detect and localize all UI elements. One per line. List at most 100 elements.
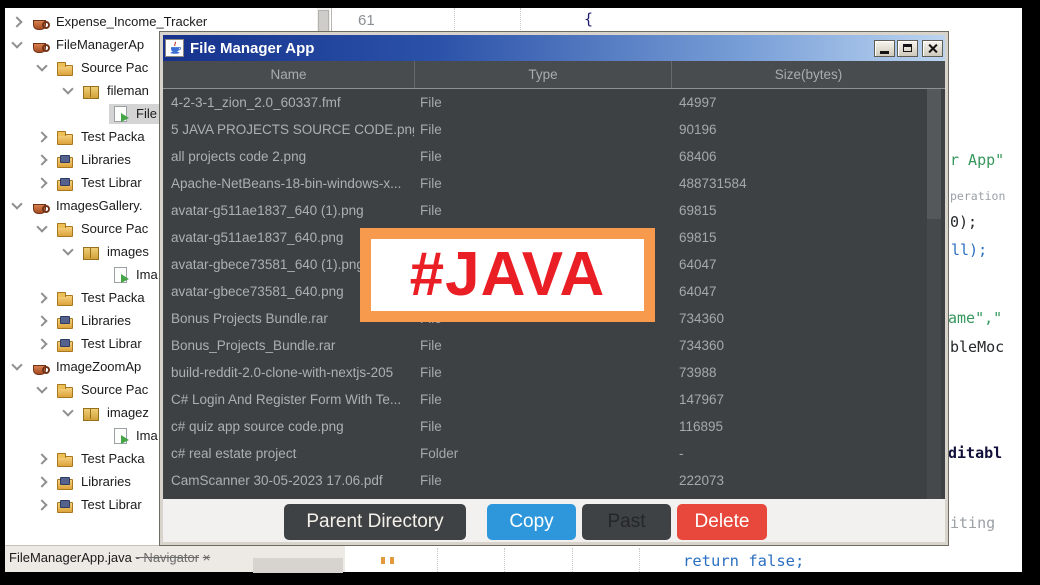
window-titlebar[interactable]: File Manager App — [163, 35, 945, 61]
tree-node[interactable]: ImagesGallery. — [29, 196, 147, 216]
tree-node[interactable]: FileManagerAp — [29, 35, 149, 55]
tab-file-label: FileManagerApp.java — [9, 550, 132, 565]
tree-node[interactable]: Test Librar — [54, 173, 147, 193]
tree-expander-icon[interactable] — [36, 338, 47, 349]
paste-button[interactable]: Past — [582, 504, 671, 540]
editor-line-number: 61 — [358, 12, 375, 29]
tree-expander-icon[interactable] — [62, 244, 73, 255]
code-fragment: ditabl — [948, 444, 1002, 462]
tree-expander-icon[interactable] — [36, 315, 47, 326]
tree-node-icon — [56, 497, 74, 513]
tree-scrollbar-thumb[interactable] — [318, 10, 329, 34]
code-fragment: return false; — [683, 552, 804, 570]
file-name: avatar-g511ae1837_640 (1).png — [163, 203, 414, 218]
tree-node[interactable]: images — [80, 242, 154, 262]
table-scrollbar-thumb[interactable] — [927, 89, 941, 219]
tree-item-label: File — [136, 106, 157, 121]
file-size: 69815 — [671, 203, 945, 218]
tree-node[interactable]: Source Pac — [54, 219, 153, 239]
table-row[interactable]: avatar-g511ae1837_640 (1).png File 69815 — [163, 197, 945, 224]
table-row[interactable]: Bonus_Projects_Bundle.rar File 734360 — [163, 332, 945, 359]
tree-expander-icon[interactable] — [36, 382, 47, 393]
indent-guide — [437, 548, 438, 572]
clipped-code-mark — [381, 557, 385, 564]
tree-expander-icon[interactable] — [36, 131, 47, 142]
tree-expander-icon[interactable] — [36, 60, 47, 71]
tree-item-label: ImagesGallery. — [56, 198, 142, 213]
table-row[interactable]: all projects code 2.png File 68406 — [163, 143, 945, 170]
tree-node-icon — [82, 83, 100, 99]
tab-close-icon[interactable]: × — [203, 550, 211, 565]
tree-node[interactable]: File — [109, 104, 162, 124]
tree-item-label: Test Packa — [81, 451, 145, 466]
tree-item-label: Test Librar — [81, 336, 142, 351]
code-fragment: r App" — [950, 151, 1004, 169]
table-row[interactable]: 5 JAVA PROJECTS SOURCE CODE.png File 901… — [163, 116, 945, 143]
tree-expander-icon[interactable] — [36, 154, 47, 165]
table-row[interactable]: build-reddit-2.0-clone-with-nextjs-205 F… — [163, 359, 945, 386]
navigator-tab[interactable]: FileManagerApp.java - Navigator × — [9, 550, 210, 565]
minimize-button[interactable] — [874, 40, 895, 57]
tree-expander-icon[interactable] — [11, 37, 22, 48]
tree-expander-icon[interactable] — [36, 221, 47, 232]
tree-node[interactable]: Test Librar — [54, 495, 147, 515]
tree-node[interactable]: Test Packa — [54, 449, 150, 469]
tree-expander-icon[interactable] — [36, 476, 47, 487]
tree-expander-icon[interactable] — [36, 499, 47, 510]
table-row[interactable]: CamScanner 30-05-2023 17.06.pdf File 222… — [163, 467, 945, 494]
table-row[interactable]: C# Login And Register Form With Te... Fi… — [163, 386, 945, 413]
tree-node-icon — [56, 221, 74, 237]
tree-node[interactable]: Ima — [109, 426, 163, 446]
copy-button[interactable]: Copy — [487, 504, 576, 540]
tree-node[interactable]: Test Packa — [54, 127, 150, 147]
table-scrollbar[interactable] — [927, 89, 941, 499]
close-button[interactable] — [922, 40, 943, 57]
file-name: C# Login And Register Form With Te... — [163, 392, 414, 407]
file-size: 44997 — [671, 95, 945, 110]
tree-expander-icon[interactable] — [11, 359, 22, 370]
tree-node[interactable]: Test Librar — [54, 334, 147, 354]
file-name: Apache-NetBeans-18-bin-windows-x... — [163, 176, 414, 191]
column-header-type[interactable]: Type — [414, 61, 671, 88]
tree-node[interactable]: fileman — [80, 81, 154, 101]
tree-node[interactable]: imagez — [80, 403, 154, 423]
tree-expander-icon[interactable] — [36, 177, 47, 188]
tree-expander-icon[interactable] — [36, 292, 47, 303]
file-type: File — [414, 149, 671, 164]
file-type: File — [414, 392, 671, 407]
table-row[interactable]: c# real estate project Folder - — [163, 440, 945, 467]
tree-item[interactable]: Expense_Income_Tracker — [5, 10, 331, 33]
tree-node[interactable]: Source Pac — [54, 58, 153, 78]
tree-expander-icon[interactable] — [11, 16, 22, 27]
tree-node[interactable]: Expense_Income_Tracker — [29, 12, 212, 32]
tree-node[interactable]: Libraries — [54, 311, 136, 331]
tree-expander-icon[interactable] — [62, 83, 73, 94]
tree-item-label: Test Packa — [81, 290, 145, 305]
tree-node[interactable]: Test Packa — [54, 288, 150, 308]
tree-node[interactable]: Ima — [109, 265, 163, 285]
tree-node[interactable]: ImageZoomAp — [29, 357, 146, 377]
tree-expander-icon[interactable] — [11, 198, 22, 209]
tree-node[interactable]: Source Pac — [54, 380, 153, 400]
screen: Expense_Income_Tracker FileManagerAp — [0, 0, 1040, 585]
tree-item-label: Source Pac — [81, 60, 148, 75]
maximize-button[interactable] — [897, 40, 918, 57]
file-size: 222073 — [671, 473, 945, 488]
file-type: File — [414, 419, 671, 434]
delete-button[interactable]: Delete — [677, 504, 767, 540]
tree-expander-icon[interactable] — [36, 453, 47, 464]
tree-item-label: imagez — [107, 405, 149, 420]
tree-item-label: FileManagerAp — [56, 37, 144, 52]
tree-item-label: ImageZoomAp — [56, 359, 141, 374]
column-header-name[interactable]: Name — [163, 61, 414, 88]
table-row[interactable]: c# quiz app source code.png File 116895 — [163, 413, 945, 440]
column-header-size[interactable]: Size(bytes) — [671, 61, 945, 88]
table-row[interactable]: 4-2-3-1_zion_2.0_60337.fmf File 44997 — [163, 89, 945, 116]
tree-node[interactable]: Libraries — [54, 150, 136, 170]
table-row[interactable]: Apache-NetBeans-18-bin-windows-x... File… — [163, 170, 945, 197]
tree-node[interactable]: Libraries — [54, 472, 136, 492]
file-size: 64047 — [671, 284, 945, 299]
parent-directory-button[interactable]: Parent Directory — [284, 504, 466, 540]
tree-node-icon — [31, 359, 49, 375]
tree-expander-icon[interactable] — [62, 405, 73, 416]
